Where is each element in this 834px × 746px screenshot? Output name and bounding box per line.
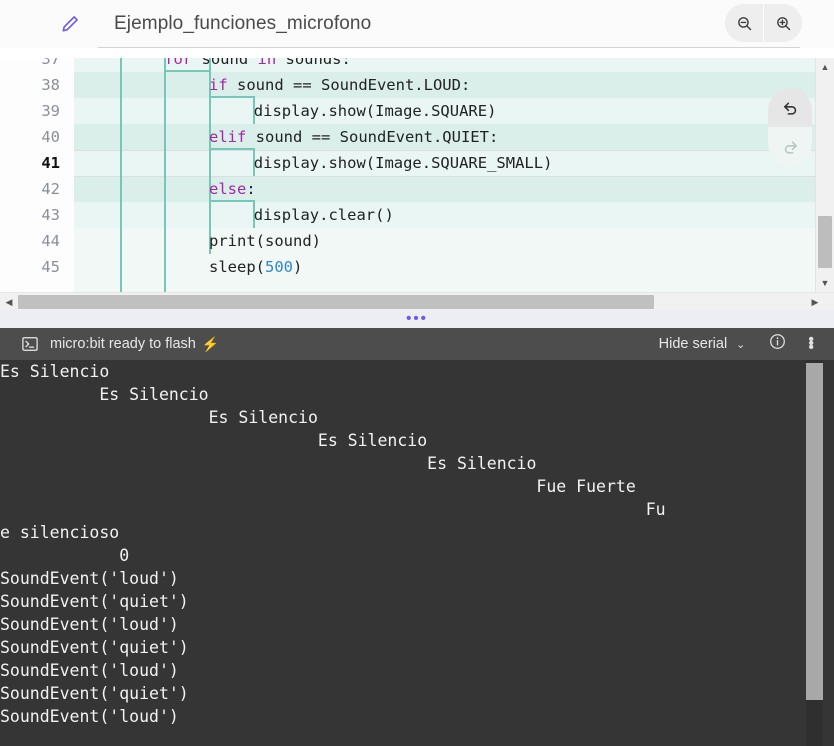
line-number: 38 [41,76,60,94]
code-text: display.clear() [253,206,394,224]
zoom-out-icon[interactable] [725,4,763,42]
line-number: 45 [41,258,60,276]
code-line[interactable]: 38 if sound == SoundEvent.LOUD: [0,72,834,98]
scroll-thumb[interactable] [818,216,832,268]
serial-panel-actions: Hide serial ⌄ • • • [659,332,822,356]
code-line[interactable]: 41 display.show(Image.SQUARE_SMALL) [0,150,834,176]
code-line[interactable]: 40 elif sound == SoundEvent.QUIET: [0,124,834,150]
serial-line: SoundEvent('quiet') [0,592,189,611]
code-text: elif sound == SoundEvent.QUIET: [209,128,499,146]
undo-icon[interactable] [768,88,812,127]
terminal-icon [22,336,38,352]
page-title: Ejemplo_funciones_microfono [114,13,372,34]
more-options-icon[interactable]: • • • [808,332,814,356]
hide-serial-button[interactable]: Hide serial [659,336,728,352]
serial-line: Es Silencio [0,362,110,381]
serial-output[interactable]: Es Silencio Es Silencio Es Silencio Es S… [0,360,834,746]
serial-line: SoundEvent('quiet') [0,638,189,657]
serial-line: Es Silencio [0,431,428,450]
serial-line: Es Silencio [0,408,318,427]
serial-panel-header: micro:bit ready to flash ⚡ Hide serial ⌄… [0,328,834,360]
editor-vertical-scrollbar[interactable]: ▲ ▼ [815,58,834,292]
code-editor[interactable]: 37 for sound in sounds: 38 if sound == Soun… [0,58,834,292]
code-line[interactable]: 37 for sound in sounds: [0,58,834,72]
pencil-icon[interactable] [56,10,84,38]
title-underline [98,47,800,48]
line-number: 37 [41,58,60,68]
line-number: 43 [41,206,60,224]
serial-line: 0 [0,546,130,565]
scroll-thumb[interactable] [18,295,654,309]
editor-horizontal-scrollbar[interactable]: ◀ ▶ [0,292,834,311]
code-text: else: [209,180,256,198]
chevron-down-icon[interactable]: ⌄ [736,338,745,351]
code-text: print(sound) [209,232,321,250]
code-text: for sound in sounds: [164,58,351,68]
panel-splitter[interactable]: ••• [0,310,834,328]
lightning-bolt-icon: ⚡ [201,335,220,352]
serial-scroll-thumb[interactable] [806,363,823,700]
serial-line: SoundEvent('quiet') [0,684,189,703]
drag-handle-icon[interactable]: ••• [406,311,428,326]
code-text: sleep(500) [209,258,303,276]
serial-line: SoundEvent('loud') [0,615,179,634]
line-number: 40 [41,128,60,146]
code-text: display.show(Image.SQUARE) [253,102,497,120]
serial-right-edge [823,360,834,746]
scroll-right-arrow-icon[interactable]: ▶ [806,293,824,311]
micro-bit-python-editor: Ejemplo_funciones_microfono 37 for sound… [0,0,834,746]
zoom-controls [725,4,802,42]
serial-line: SoundEvent('loud') [0,661,179,680]
code-line[interactable]: 45 sleep(500) [0,254,834,280]
code-text: display.show(Image.SQUARE_SMALL) [253,154,553,172]
serial-line: Es Silencio [0,454,537,473]
code-text: if sound == SoundEvent.LOUD: [209,76,471,94]
serial-line: Fue Fuerte [0,477,636,496]
line-number: 42 [41,180,60,198]
zoom-in-icon[interactable] [763,4,802,42]
serial-line: Es Silencio [0,385,209,404]
line-number: 39 [41,102,60,120]
code-line[interactable]: 44 print(sound) [0,228,834,254]
project-header: Ejemplo_funciones_microfono [0,0,834,48]
code-line[interactable]: 43 display.clear() [0,202,834,228]
undo-redo-group [768,88,812,166]
serial-line: SoundEvent('loud') [0,707,179,726]
scroll-left-arrow-icon[interactable]: ◀ [0,293,18,311]
serial-line: Fu [0,500,666,519]
scroll-down-arrow-icon[interactable]: ▼ [816,274,834,292]
line-number: 41 [41,154,60,172]
code-line[interactable]: 39 display.show(Image.SQUARE) [0,98,834,124]
serial-line: SoundEvent('loud') [0,569,179,588]
serial-line: e silencioso [0,523,120,542]
info-icon[interactable] [769,333,786,355]
line-number: 44 [41,232,60,250]
status-badge: micro:bit ready to flash [50,336,196,352]
scroll-up-arrow-icon[interactable]: ▲ [816,58,834,76]
code-line[interactable]: 42 else: [0,176,834,202]
